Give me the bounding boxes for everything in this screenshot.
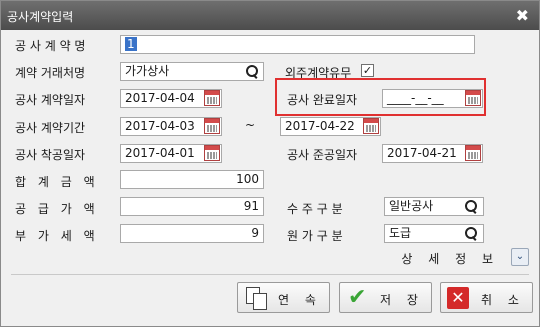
continuous-button-label: 연 속 <box>278 293 322 307</box>
start-date-calendar-icon[interactable] <box>204 145 220 161</box>
client-value: 가가상사 <box>125 64 170 78</box>
vat-amount-input[interactable]: 9 <box>120 224 264 243</box>
cancel-icon: ✕ <box>447 287 469 309</box>
check-icon: ✔ <box>348 285 367 310</box>
order-type-label: 수 주 구 분 <box>287 202 343 216</box>
contract-date-value: 2017-04-04 <box>125 91 195 105</box>
cost-type-label: 원 가 구 분 <box>287 229 343 243</box>
total-amount-label: 합 계 금 액 <box>15 175 99 189</box>
contract-name-value: 1 <box>125 37 137 51</box>
contract-date-calendar-icon[interactable] <box>204 90 220 106</box>
client-input[interactable]: 가가상사 <box>120 62 264 81</box>
supply-amount-value: 91 <box>243 199 259 213</box>
window-title: 공사계약입력 <box>7 10 74 24</box>
chevron-down-icon[interactable]: ⌄ <box>511 248 529 266</box>
period-to-calendar-icon[interactable] <box>363 118 379 134</box>
cancel-button-label: 취 소 <box>481 293 525 307</box>
client-search-icon[interactable] <box>245 64 259 78</box>
vat-amount-value: 9 <box>251 226 259 240</box>
detail-info-label: 상 세 정 보 <box>401 252 499 266</box>
contract-date-label: 공사 계약일자 <box>15 93 86 107</box>
order-type-value: 일반공사 <box>389 199 434 213</box>
contract-input-window: 공사계약입력 ✖ 공 사 계 약 명 1 계약 거래처명 가가상사 외주계약유무… <box>0 0 540 327</box>
completion-date-calendar-icon[interactable] <box>465 90 481 106</box>
title-bar: 공사계약입력 ✖ <box>1 1 539 30</box>
close-icon[interactable]: ✖ <box>516 6 529 25</box>
completion-date-label: 공사 완료일자 <box>287 93 358 107</box>
finish-date-calendar-icon[interactable] <box>465 145 481 161</box>
completion-date-value: ____-__-__ <box>387 91 444 105</box>
outsourcing-checkbox[interactable]: ✓ <box>361 64 374 77</box>
total-amount-value: 100 <box>236 172 259 186</box>
divider <box>11 274 529 275</box>
period-label: 공사 계약기간 <box>15 121 86 135</box>
cost-type-value: 도급 <box>389 226 412 240</box>
start-date-value: 2017-04-01 <box>125 146 195 160</box>
finish-date-label: 공사 준공일자 <box>287 148 358 162</box>
start-date-label: 공사 착공일자 <box>15 148 86 162</box>
save-button-label: 저 장 <box>380 293 424 307</box>
supply-amount-label: 공 급 가 액 <box>15 202 99 216</box>
cancel-button[interactable]: ✕ 취 소 <box>440 282 533 313</box>
cost-type-search-icon[interactable] <box>464 226 478 240</box>
total-amount-input[interactable]: 100 <box>120 170 264 189</box>
period-separator: ~ <box>245 118 256 132</box>
copy-icon <box>246 287 268 310</box>
client-label: 계약 거래처명 <box>15 66 86 80</box>
period-to-value: 2017-04-22 <box>285 119 355 133</box>
vat-amount-label: 부 가 세 액 <box>15 229 99 243</box>
continuous-button[interactable]: 연 속 <box>237 282 330 313</box>
order-type-search-icon[interactable] <box>464 199 478 213</box>
supply-amount-input[interactable]: 91 <box>120 197 264 216</box>
period-from-calendar-icon[interactable] <box>204 118 220 134</box>
save-button[interactable]: ✔ 저 장 <box>339 282 432 313</box>
finish-date-value: 2017-04-21 <box>387 146 457 160</box>
contract-name-input[interactable]: 1 <box>120 35 475 54</box>
period-from-value: 2017-04-03 <box>125 119 195 133</box>
contract-name-label: 공 사 계 약 명 <box>15 39 86 53</box>
